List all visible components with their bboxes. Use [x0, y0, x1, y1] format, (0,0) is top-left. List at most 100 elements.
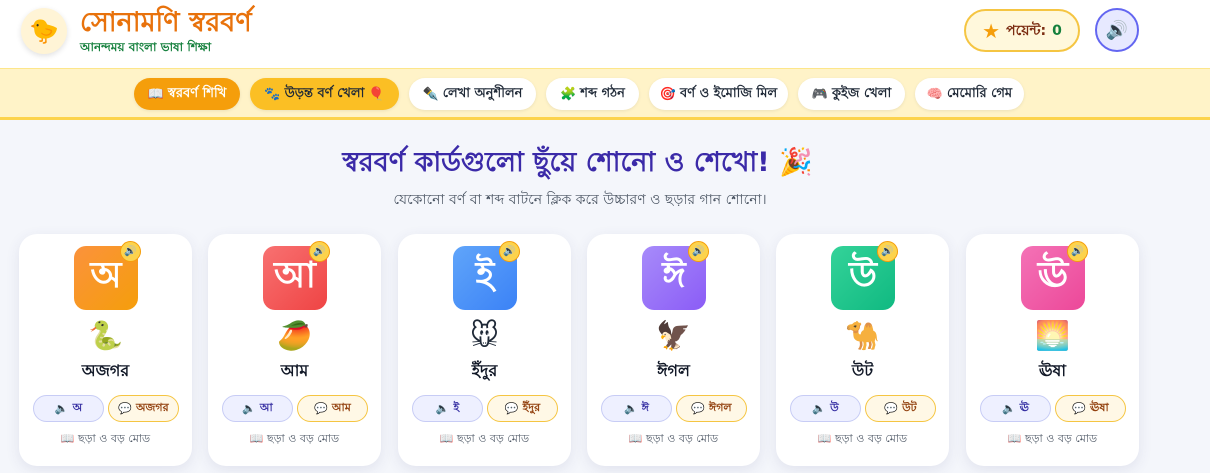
rhyme-mode-link[interactable]: 📖 ছড়া ও বড় মোড	[776, 430, 949, 449]
speaker-icon[interactable]: 🔊	[309, 241, 330, 262]
book-icon: 📖	[1007, 432, 1022, 445]
chat-icon: 💬	[314, 402, 328, 415]
book-icon: 📖	[628, 432, 643, 445]
play-word-button[interactable]: 💬 অজগর	[108, 395, 179, 422]
gamepad-icon: 🎮	[811, 86, 828, 102]
chat-icon: 💬	[1072, 402, 1087, 415]
rhyme-mode-link[interactable]: 📖 ছড়া ও বড় মোড	[966, 430, 1139, 449]
snake-icon: 🐍	[88, 319, 123, 352]
button-label: উট	[902, 401, 917, 414]
tab-label: স্বরবর্ণ শিখি	[167, 85, 227, 101]
button-label: ঈগল	[709, 401, 732, 414]
rhyme-mode-link[interactable]: 📖 ছড়া ও বড় মোড	[587, 430, 760, 449]
vowel-card: ই 🔊 🐭 ইঁদুর 🔈 ই 💬 ইঁদুর 📖 ছড়া ও বড় মোড	[398, 234, 571, 466]
sound-toggle-button[interactable]: 🔊	[1095, 8, 1139, 52]
vowel-card: ঊ 🔊 🌅 ঊষা 🔈 ঊ 💬 ঊষা 📖 ছড়া ও বড় মোড	[966, 234, 1139, 466]
book-icon: 📖	[147, 86, 164, 102]
rhyme-label: ছড়া ও বড় মোড	[267, 432, 340, 445]
vowel-card: অ 🔊 🐍 অজগর 🔈 অ 💬 অজগর 📖 ছড়া ও বড় মোড	[19, 234, 192, 466]
play-letter-button[interactable]: 🔈 ঈ	[601, 395, 672, 422]
tab-learn-vowels[interactable]: 📖 স্বরবর্ণ শিখি	[134, 78, 240, 110]
camel-icon: 🐪	[845, 319, 880, 352]
rhyme-label: ছড়া ও বড় মোড	[1025, 432, 1098, 445]
button-label: ঊষা	[1090, 401, 1109, 414]
book-icon: 📖	[60, 432, 75, 445]
button-label: অজগর	[136, 401, 169, 414]
tab-word-building[interactable]: 🧩 শব্দ গঠন	[546, 78, 639, 110]
puzzle-icon: 🧩	[560, 86, 577, 102]
button-label: আ	[259, 401, 273, 414]
play-letter-button[interactable]: 🔈 আ	[222, 395, 293, 422]
button-label: ঈ	[641, 401, 649, 414]
star-icon: ★	[982, 18, 1001, 43]
brain-icon: 🧠	[926, 86, 944, 102]
speaker-icon: 🔈	[812, 402, 827, 415]
tab-label: কুইজ খেলা	[831, 85, 892, 101]
speaker-icon: 🔈	[242, 402, 256, 415]
rhyme-mode-link[interactable]: 📖 ছড়া ও বড় মোড	[208, 430, 381, 449]
rhyme-mode-link[interactable]: 📖 ছড়া ও বড় মোড	[19, 430, 192, 449]
tab-quiz[interactable]: 🎮 কুইজ খেলা	[798, 78, 905, 110]
speaker-icon[interactable]: 🔊	[120, 241, 141, 262]
rhyme-label: ছড়া ও বড় মোড	[646, 432, 719, 445]
button-label: আম	[331, 401, 351, 414]
rhyme-label: ছড়া ও বড় মোড	[457, 432, 530, 445]
play-letter-button[interactable]: 🔈 অ	[33, 395, 104, 422]
tab-label: উড়ন্ত বর্ণ খেলা	[284, 85, 365, 101]
speaker-icon[interactable]: 🔊	[877, 241, 898, 262]
chat-icon: 💬	[884, 402, 899, 415]
points-value: 0	[1052, 22, 1062, 39]
points-badge: ★ পয়েন্ট: 0	[964, 9, 1080, 52]
tab-memory-game[interactable]: 🧠 মেমোরি গেম	[915, 78, 1024, 110]
card-word: আম	[280, 361, 309, 380]
eagle-icon: 🦅	[656, 319, 691, 352]
tab-label: বর্ণ ও ইমোজি মিল	[679, 85, 778, 101]
book-icon: 📖	[249, 432, 264, 445]
speaker-icon[interactable]: 🔊	[499, 241, 520, 262]
play-letter-button[interactable]: 🔈 উ	[790, 395, 861, 422]
tab-writing-practice[interactable]: ✒️ লেখা অনুশীলন	[409, 78, 536, 110]
tab-label: মেমোরি গেম	[947, 85, 1013, 101]
mango-icon: 🥭	[277, 319, 312, 352]
paw-icon: 🐾	[264, 86, 281, 102]
speaker-icon: 🔈	[435, 402, 450, 415]
rhyme-mode-link[interactable]: 📖 ছড়া ও বড় মোড	[398, 430, 571, 449]
card-word: ঊষা	[1038, 361, 1067, 380]
tab-letter-emoji-match[interactable]: 🎯 বর্ণ ও ইমোজি মিল	[649, 78, 788, 110]
vowel-card: আ 🔊 🥭 আম 🔈 আ 💬 আম 📖 ছড়া ও বড় মোড	[208, 234, 381, 466]
balloon-icon: 🎈	[368, 86, 385, 102]
mouse-icon: 🐭	[469, 319, 500, 352]
rhyme-label: ছড়া ও বড় মোড	[835, 432, 908, 445]
logo-emoji: 🐤	[29, 17, 59, 45]
pen-icon: ✒️	[422, 86, 439, 102]
page-subtitle: যেকোনো বর্ণ বা শব্দ বাটনে ক্লিক করে উচ্চ…	[393, 192, 767, 208]
tab-label: শব্দ গঠন	[580, 85, 625, 101]
play-word-button[interactable]: 💬 ঈগল	[676, 395, 747, 422]
card-word: ইঁদুর	[471, 361, 498, 380]
card-word: ঈগল	[657, 361, 690, 380]
speaker-icon[interactable]: 🔊	[688, 241, 709, 262]
card-word: অজগর	[81, 361, 130, 380]
play-letter-button[interactable]: 🔈 ঊ	[980, 395, 1051, 422]
vowel-card: উ 🔊 🐪 উট 🔈 উ 💬 উট 📖 ছড়া ও বড় মোড	[776, 234, 949, 466]
vowel-card: ঈ 🔊 🦅 ঈগল 🔈 ঈ 💬 ঈগল 📖 ছড়া ও বড় মোড	[587, 234, 760, 466]
speaker-icon: 🔊	[1105, 19, 1129, 41]
sunrise-icon: 🌅	[1035, 319, 1070, 352]
speaker-icon[interactable]: 🔊	[1067, 241, 1088, 262]
page-title: স্বরবর্ণ কার্ডগুলো ছুঁয়ে শোনো ও শেখো! 🎉	[342, 147, 813, 178]
speaker-icon: 🔈	[1001, 402, 1016, 415]
speaker-icon: 🔈	[54, 402, 69, 415]
chat-icon: 💬	[691, 402, 706, 415]
card-word: উট	[851, 361, 874, 380]
tab-label: লেখা অনুশীলন	[442, 85, 523, 101]
book-icon: 📖	[439, 432, 454, 445]
tab-flying-letters[interactable]: 🐾 উড়ন্ত বর্ণ খেলা 🎈	[250, 78, 399, 110]
play-word-button[interactable]: 💬 আম	[297, 395, 368, 422]
button-label: ঊ	[1019, 401, 1030, 414]
play-letter-button[interactable]: 🔈 ই	[412, 395, 483, 422]
chat-icon: 💬	[504, 402, 519, 415]
speaker-icon: 🔈	[624, 402, 638, 415]
play-word-button[interactable]: 💬 উট	[865, 395, 936, 422]
play-word-button[interactable]: 💬 ঊষা	[1055, 395, 1126, 422]
play-word-button[interactable]: 💬 ইঁদুর	[487, 395, 558, 422]
